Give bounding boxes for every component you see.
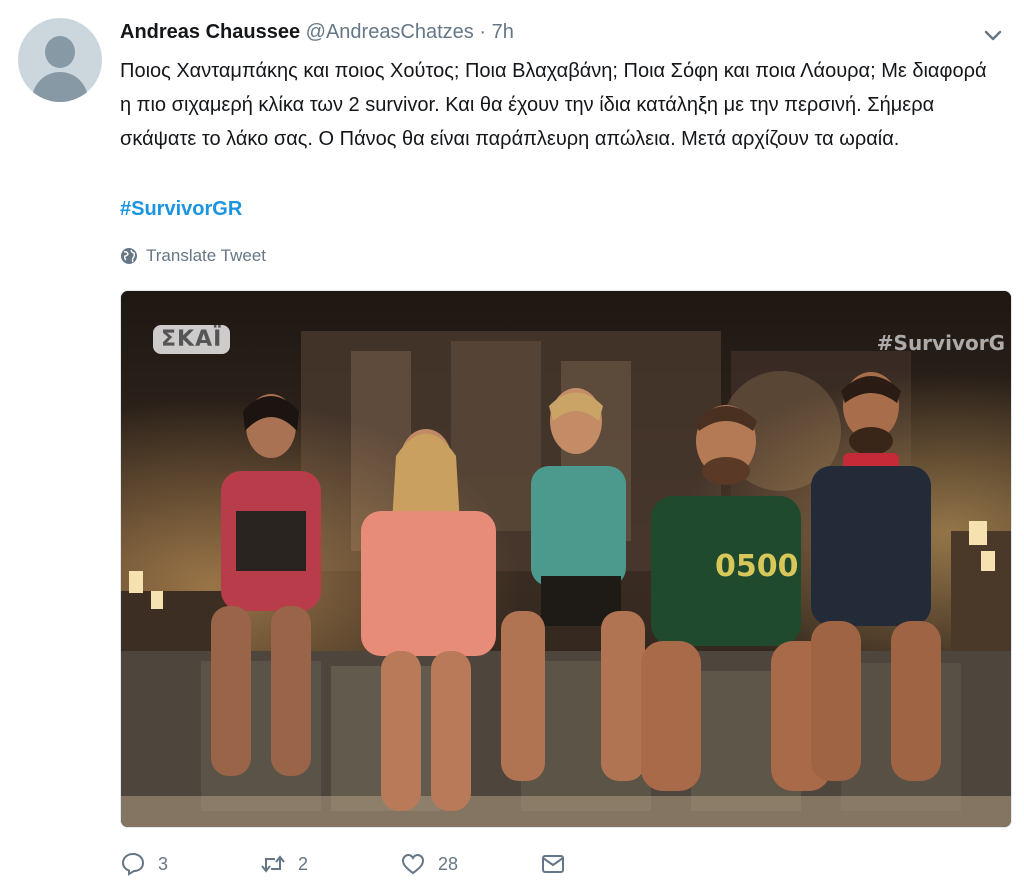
globe-icon <box>121 248 137 264</box>
author-name[interactable]: Andreas Chaussee <box>120 21 300 43</box>
reply-count: 3 <box>158 853 169 874</box>
like-count: 28 <box>438 853 459 874</box>
author-avatar[interactable] <box>18 18 102 102</box>
default-avatar-shoulders <box>32 72 88 102</box>
tweet-media-image[interactable]: ΣΚΑΪ #SurvivorG 0500 <box>120 290 1012 828</box>
direct-message-icon <box>542 855 564 873</box>
hashtag-link[interactable]: #SurvivorGR <box>120 192 242 226</box>
like-button[interactable]: 28 <box>400 851 540 877</box>
tweet-header: Andreas Chaussee @AndreasChatzes · 7h <box>120 18 514 46</box>
reply-icon <box>121 852 145 876</box>
translate-label: Translate Tweet <box>146 246 267 265</box>
retweet-button[interactable]: 2 <box>260 851 400 877</box>
translate-tweet-link[interactable]: Translate Tweet <box>120 244 266 268</box>
channel-watermark: ΣΚΑΪ <box>153 325 231 354</box>
default-avatar-icon <box>45 36 75 68</box>
separator-dot: · <box>479 21 487 43</box>
author-handle[interactable]: @AndreasChatzes <box>306 21 474 43</box>
reply-button[interactable]: 3 <box>120 851 260 877</box>
tweet-timestamp[interactable]: 7h <box>492 21 514 43</box>
shirt-number-text: 0500 <box>715 549 799 584</box>
like-icon <box>401 853 425 875</box>
direct-message-button[interactable] <box>540 851 600 877</box>
tribal-council-scene <box>121 291 1011 827</box>
hashtag-watermark: #SurvivorG <box>876 331 1005 355</box>
chevron-down-icon[interactable] <box>982 24 1004 46</box>
retweet-icon <box>261 855 285 873</box>
retweet-count: 2 <box>298 853 309 874</box>
tweet-text: Ποιος Χανταμπάκης και ποιος Χούτος; Ποια… <box>120 60 987 150</box>
tweet-actions-bar: 3 2 28 <box>120 848 600 880</box>
